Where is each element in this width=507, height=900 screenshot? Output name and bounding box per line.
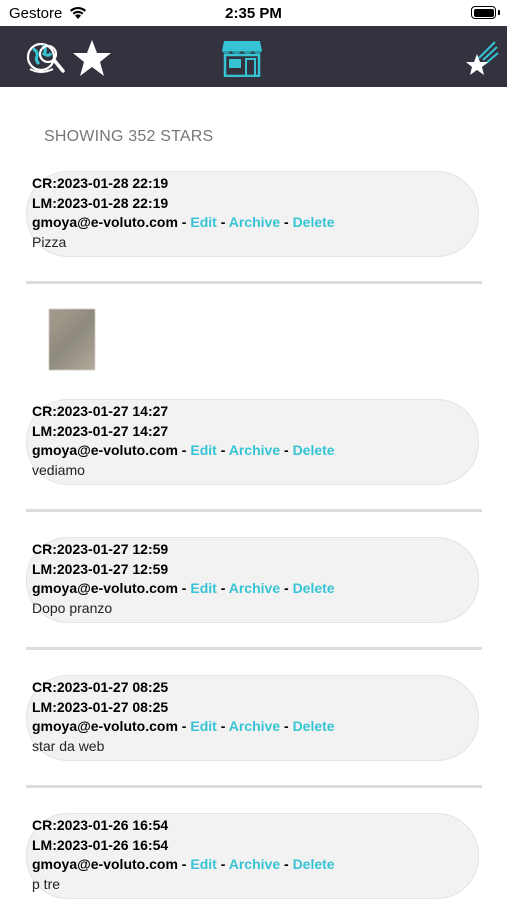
star-text: Dopo pranzo [32, 599, 113, 616]
edit-link[interactable]: Edit [190, 214, 216, 230]
created-date: CR:2023-01-26 16:54 [32, 817, 169, 833]
modified-date: LM:2023-01-27 14:27 [32, 422, 169, 439]
star-card-meta: CR:2023-01-27 12:59 LM:2023-01-27 12:59 … [32, 540, 335, 618]
delete-link[interactable]: Delete [293, 856, 335, 872]
separator: - [284, 718, 289, 735]
delete-link[interactable]: Delete [293, 442, 335, 458]
author-email: gmoya@e-voluto.com [32, 214, 178, 231]
separator: - [220, 580, 226, 597]
separator: - [181, 856, 187, 873]
battery-tip [498, 10, 500, 15]
shop-icon[interactable] [220, 39, 264, 78]
modified-date: LM:2023-01-27 12:59 [32, 560, 169, 577]
archive-link[interactable]: Archive [229, 718, 280, 734]
edit-link[interactable]: Edit [190, 718, 216, 734]
separator: - [284, 442, 289, 459]
star-text: p tre [32, 875, 61, 892]
separator: - [181, 214, 187, 231]
created-date: CR:2023-01-27 08:25 [32, 679, 169, 695]
separator: - [220, 442, 226, 459]
star-card-meta: CR:2023-01-27 14:27 LM:2023-01-27 14:27 … [32, 402, 335, 480]
star-text: vediamo [32, 461, 85, 478]
showing-count-label: SHOWING 352 STARS [44, 128, 214, 145]
separator: - [181, 580, 187, 597]
star-icon[interactable] [72, 39, 112, 77]
delete-link[interactable]: Delete [293, 718, 335, 734]
modified-date: LM:2023-01-28 22:19 [32, 194, 169, 211]
globe-search-icon[interactable] [25, 39, 67, 77]
separator: - [220, 856, 226, 873]
separator: - [181, 718, 187, 735]
created-date: CR:2023-01-27 12:59 [32, 541, 169, 557]
star-card-meta: CR:2023-01-28 22:19 LM:2023-01-28 22:19 … [32, 174, 335, 252]
edit-link[interactable]: Edit [190, 442, 216, 458]
archive-link[interactable]: Archive [229, 580, 280, 596]
author-email: gmoya@e-voluto.com [32, 718, 178, 735]
separator: - [284, 856, 289, 873]
status-bar: Gestore 2:35 PM [0, 0, 507, 26]
archive-link[interactable]: Archive [229, 214, 280, 230]
author-email: gmoya@e-voluto.com [32, 580, 178, 597]
star-text: Pizza [32, 233, 67, 250]
star-card-meta: CR:2023-01-27 08:25 LM:2023-01-27 08:25 … [32, 678, 335, 756]
delete-link[interactable]: Delete [293, 214, 335, 230]
divider [26, 281, 482, 284]
delete-link[interactable]: Delete [293, 580, 335, 596]
created-date: CR:2023-01-27 14:27 [32, 403, 169, 419]
star-text: star da web [32, 737, 105, 754]
battery-icon [471, 6, 496, 19]
status-time: 2:35 PM [225, 5, 282, 22]
divider [26, 509, 482, 512]
author-email: gmoya@e-voluto.com [32, 442, 178, 459]
shooting-star-icon[interactable] [465, 40, 499, 76]
divider [26, 785, 482, 788]
modified-date: LM:2023-01-27 08:25 [32, 698, 169, 715]
separator: - [284, 580, 289, 597]
archive-link[interactable]: Archive [229, 442, 280, 458]
separator: - [181, 442, 187, 459]
author-email: gmoya@e-voluto.com [32, 856, 178, 873]
separator: - [220, 718, 226, 735]
edit-link[interactable]: Edit [190, 580, 216, 596]
archive-link[interactable]: Archive [229, 856, 280, 872]
separator: - [220, 214, 226, 231]
nav-bar [0, 26, 507, 87]
modified-date: LM:2023-01-26 16:54 [32, 836, 169, 853]
star-image-thumbnail[interactable] [49, 309, 95, 370]
edit-link[interactable]: Edit [190, 856, 216, 872]
separator: - [284, 214, 289, 231]
created-date: CR:2023-01-28 22:19 [32, 175, 169, 191]
star-card-meta: CR:2023-01-26 16:54 LM:2023-01-26 16:54 … [32, 816, 335, 894]
divider [26, 647, 482, 650]
